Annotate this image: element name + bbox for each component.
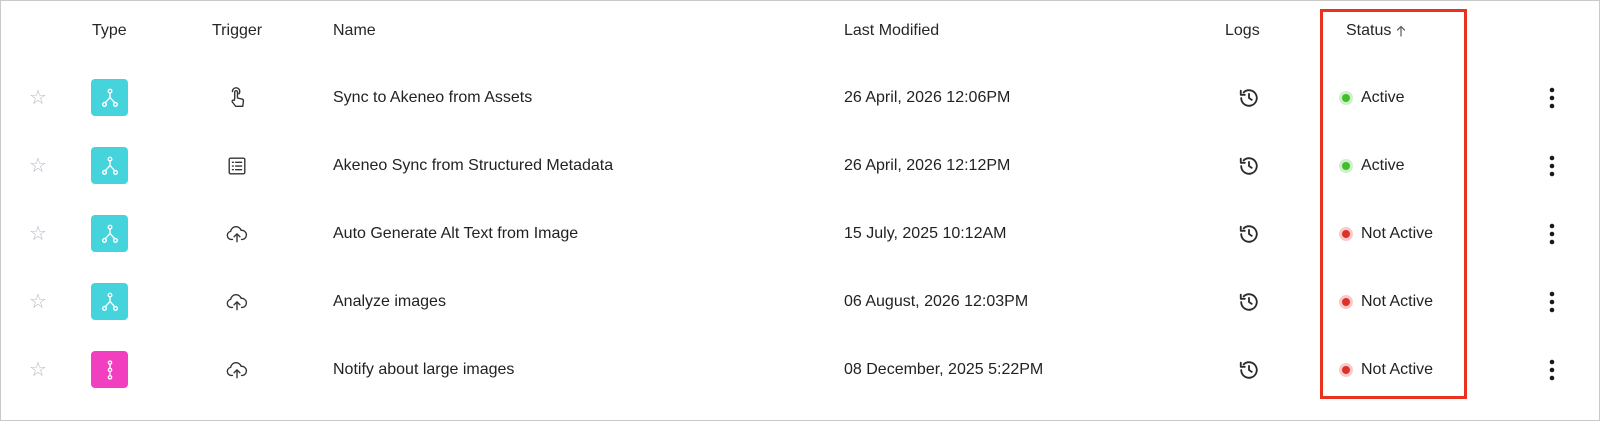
status-dot — [1339, 90, 1353, 105]
status-label: Not Active — [1361, 224, 1434, 242]
workflow-branch-icon — [91, 215, 128, 252]
history-icon[interactable] — [1219, 359, 1279, 381]
last-modified-value: 06 August, 2026 12:03PM — [844, 292, 1029, 310]
table-header: Type Trigger Name Last Modified Logs Sta… — [1, 1, 1600, 61]
history-icon[interactable] — [1219, 155, 1279, 177]
more-vertical-icon[interactable] — [1540, 87, 1564, 109]
star-outline-icon[interactable]: ☆ — [23, 221, 53, 246]
star-outline-icon[interactable]: ☆ — [23, 289, 53, 314]
workflow-branch-icon — [91, 79, 128, 116]
workflow-name[interactable]: Sync to Akeneo from Assets — [333, 89, 532, 107]
more-vertical-icon[interactable] — [1540, 223, 1564, 245]
status-badge: Not Active — [1339, 361, 1433, 379]
history-icon[interactable] — [1219, 291, 1279, 313]
status-badge: Not Active — [1339, 293, 1433, 311]
column-header-status[interactable]: Status — [1346, 21, 1406, 41]
cloud-upload-icon — [207, 360, 267, 380]
workflow-branch-icon — [91, 147, 128, 184]
workflow-name[interactable]: Analyze images — [333, 293, 446, 311]
table-row[interactable]: ☆ Akeneo Sync from Structured Metadata 2… — [1, 131, 1600, 200]
status-label: Not Active — [1361, 360, 1434, 378]
last-modified-value: 26 April, 2026 12:06PM — [844, 88, 1011, 106]
history-icon[interactable] — [1219, 223, 1279, 245]
status-badge: Active — [1339, 157, 1405, 175]
more-vertical-icon[interactable] — [1540, 155, 1564, 177]
status-badge: Active — [1339, 89, 1405, 107]
last-modified-value: 15 July, 2025 10:12AM — [844, 224, 1007, 242]
arrow-up-icon — [1397, 25, 1406, 37]
cloud-upload-icon — [207, 224, 267, 244]
status-label: Active — [1361, 88, 1405, 106]
history-icon[interactable] — [1219, 87, 1279, 109]
status-dot — [1339, 226, 1353, 241]
status-dot — [1339, 294, 1353, 309]
column-header-name[interactable]: Name — [333, 21, 376, 41]
status-label: Not Active — [1361, 292, 1434, 310]
star-outline-icon[interactable]: ☆ — [23, 85, 53, 110]
status-badge: Not Active — [1339, 225, 1433, 243]
list-document-icon — [207, 155, 267, 177]
cloud-upload-icon — [207, 292, 267, 312]
star-outline-icon[interactable]: ☆ — [23, 357, 53, 382]
status-label: Active — [1361, 156, 1405, 174]
last-modified-value: 08 December, 2025 5:22PM — [844, 360, 1044, 378]
more-vertical-icon[interactable] — [1540, 359, 1564, 381]
star-outline-icon[interactable]: ☆ — [23, 153, 53, 178]
workflows-table: Type Trigger Name Last Modified Logs Sta… — [0, 0, 1600, 421]
column-header-last-modified[interactable]: Last Modified — [844, 21, 939, 41]
table-row[interactable]: ☆ Notify about large images 08 December,… — [1, 335, 1600, 404]
workflow-linear-icon — [91, 351, 128, 388]
column-header-status-label: Status — [1346, 22, 1392, 39]
table-row[interactable]: ☆ Auto Generate Alt Text from Image 15 J… — [1, 199, 1600, 268]
workflow-branch-icon — [91, 283, 128, 320]
more-vertical-icon[interactable] — [1540, 291, 1564, 313]
status-dot — [1339, 158, 1353, 173]
tap-hand-icon — [207, 86, 267, 110]
column-header-trigger[interactable]: Trigger — [212, 21, 262, 41]
workflow-name[interactable]: Auto Generate Alt Text from Image — [333, 225, 578, 243]
column-header-logs[interactable]: Logs — [1225, 21, 1260, 41]
status-dot — [1339, 362, 1353, 377]
table-row[interactable]: ☆ Sync to Akeneo from Assets 26 April, 2… — [1, 63, 1600, 132]
last-modified-value: 26 April, 2026 12:12PM — [844, 156, 1011, 174]
table-row[interactable]: ☆ Analyze images 06 August, 2026 12:03PM — [1, 267, 1600, 336]
workflow-name[interactable]: Notify about large images — [333, 361, 514, 379]
column-header-type[interactable]: Type — [92, 21, 127, 41]
workflow-name[interactable]: Akeneo Sync from Structured Metadata — [333, 157, 613, 175]
